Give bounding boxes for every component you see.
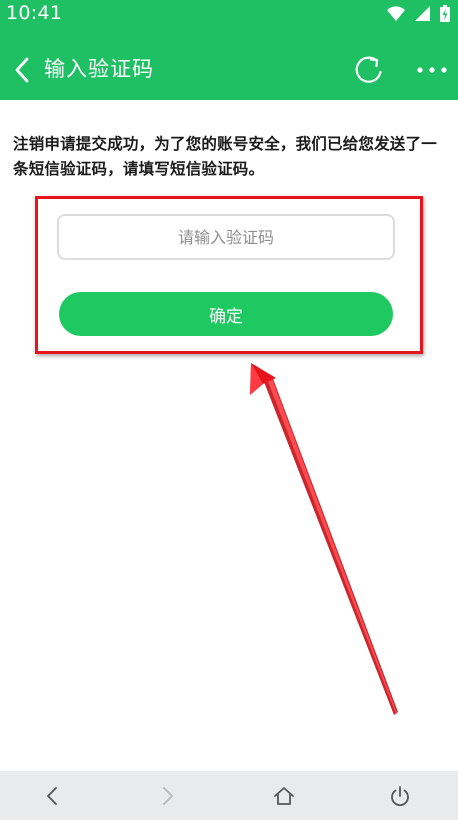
nav-back-button[interactable] <box>38 783 66 809</box>
app-bar: 输入验证码 <box>0 40 458 100</box>
chevron-left-icon <box>15 57 29 83</box>
forward-icon <box>163 787 173 805</box>
wifi-icon <box>387 5 405 21</box>
status-time: 10:41 <box>6 2 63 24</box>
page-title: 输入验证码 <box>44 57 154 81</box>
verification-code-input[interactable] <box>57 214 395 260</box>
confirm-button[interactable]: 确定 <box>59 292 393 336</box>
nav-power-button[interactable] <box>386 783 414 809</box>
cellular-signal-icon <box>415 5 430 21</box>
nav-home-button[interactable] <box>270 783 298 809</box>
navigation-bar <box>0 771 458 820</box>
status-icons <box>387 3 450 23</box>
status-bar: 10:41 <box>0 0 458 26</box>
refresh-icon <box>355 56 382 83</box>
power-icon <box>391 786 409 807</box>
home-icon <box>274 787 294 805</box>
more-dots-icon <box>417 67 447 73</box>
notice-text: 注销申请提交成功，为了您的账号安全，我们已给您发送了一条短信验证码，请填写短信验… <box>13 135 437 178</box>
nav-forward-button[interactable] <box>154 783 182 809</box>
battery-charging-icon <box>440 4 450 22</box>
refresh-button[interactable] <box>352 53 386 87</box>
back-button[interactable] <box>8 54 36 86</box>
more-options-button[interactable] <box>414 58 450 82</box>
back-icon <box>47 787 57 805</box>
annotation-arrow <box>250 363 398 715</box>
